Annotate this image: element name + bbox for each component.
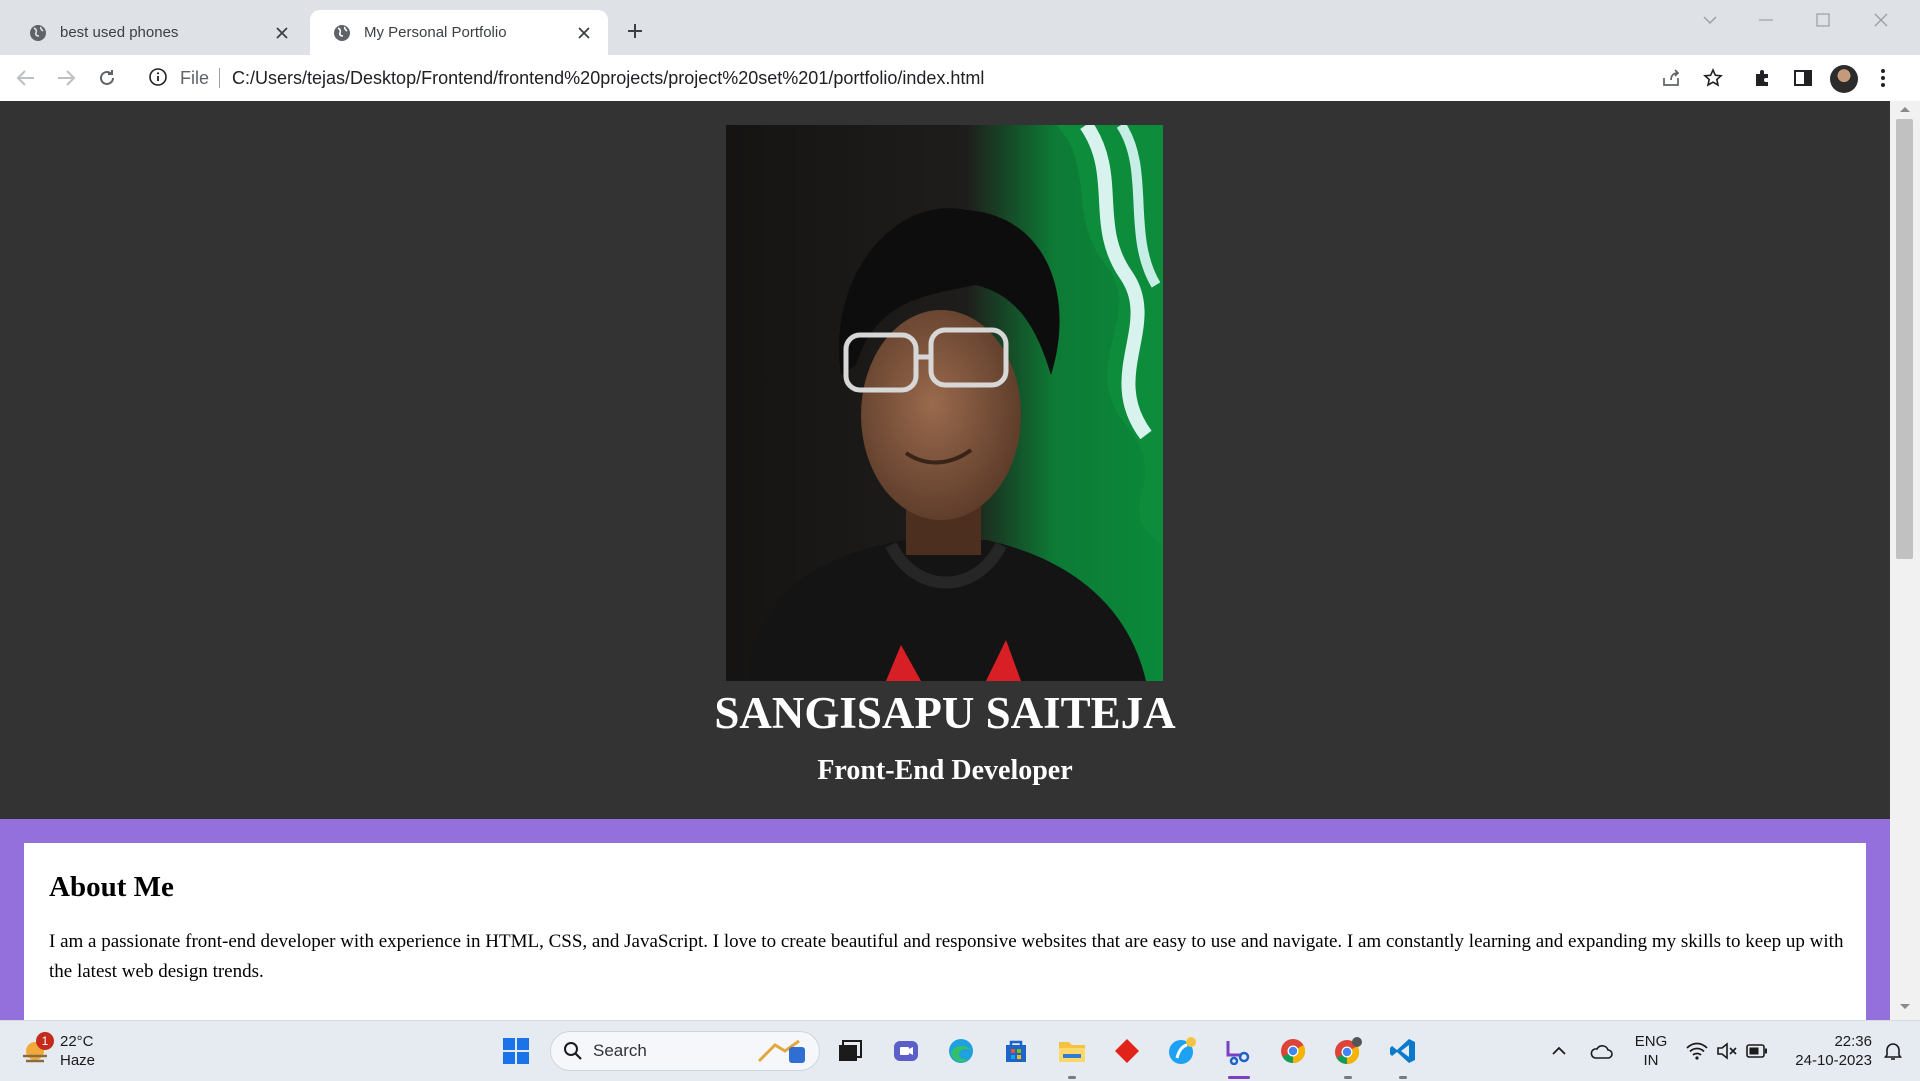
bookmark-star-icon[interactable] — [1700, 65, 1726, 91]
edge-browser-icon[interactable] — [943, 1033, 979, 1069]
vscode-icon[interactable] — [1385, 1033, 1421, 1069]
globe-icon — [332, 23, 352, 43]
microsoft-store-icon[interactable] — [998, 1033, 1034, 1069]
profile-avatar[interactable] — [1830, 65, 1858, 93]
blue-app-icon[interactable] — [1164, 1033, 1200, 1069]
chrome-icon[interactable] — [1275, 1033, 1311, 1069]
scroll-up-arrow-icon[interactable] — [1899, 105, 1911, 113]
maximize-icon[interactable] — [1803, 8, 1843, 32]
battery-icon[interactable] — [1740, 1033, 1774, 1069]
weather-condition: Haze — [60, 1052, 96, 1069]
more-menu-icon[interactable] — [1870, 65, 1896, 91]
language-code: ENG — [1634, 1033, 1668, 1050]
back-arrow-icon[interactable] — [13, 65, 39, 91]
language-indicator[interactable]: ENG IN — [1628, 1032, 1674, 1070]
scrollbar-thumb[interactable] — [1896, 119, 1913, 559]
side-panel-icon[interactable] — [1790, 65, 1816, 91]
volume-muted-icon[interactable] — [1710, 1033, 1744, 1069]
url-separator — [219, 68, 221, 88]
extensions-puzzle-icon[interactable] — [1750, 65, 1776, 91]
clock-time: 22:36 — [1834, 1033, 1872, 1050]
chrome-profile-icon[interactable] — [1330, 1033, 1366, 1069]
scroll-down-arrow-icon[interactable] — [1899, 1003, 1911, 1011]
search-icon — [563, 1041, 583, 1061]
share-icon[interactable] — [1658, 65, 1684, 91]
close-icon[interactable] — [574, 23, 594, 43]
about-section: About Me I am a passionate front-end dev… — [0, 819, 1890, 1020]
windows-start-icon[interactable] — [498, 1033, 534, 1069]
hero-name: SANGISAPU SAITEJA — [714, 688, 1176, 738]
minimize-icon[interactable] — [1746, 8, 1786, 32]
system-clock[interactable]: 22:36 24-10-2023 — [1780, 1032, 1872, 1070]
windows-taskbar: 1 22°C Haze Search ENG IN 22:36 24-10-20… — [0, 1020, 1920, 1081]
onedrive-cloud-icon[interactable] — [1584, 1033, 1618, 1069]
task-view-icon[interactable] — [832, 1033, 868, 1069]
running-indicator — [1399, 1076, 1407, 1079]
red-diamond-app-icon[interactable] — [1109, 1033, 1145, 1069]
taskbar-search-box[interactable]: Search — [550, 1031, 820, 1071]
about-heading: About Me — [49, 871, 174, 903]
hero-section: SANGISAPU SAITEJA Front-End Developer — [0, 101, 1890, 819]
teams-chat-icon[interactable] — [888, 1033, 924, 1069]
browser-tab-strip: best used phones My Personal Portfolio — [0, 0, 1920, 55]
search-label: Search — [593, 1041, 647, 1060]
file-explorer-icon[interactable] — [1054, 1033, 1090, 1069]
url-scheme-label: File — [180, 67, 210, 88]
clock-date: 24-10-2023 — [1795, 1052, 1872, 1069]
forward-arrow-icon[interactable] — [53, 65, 79, 91]
tab-search-chevron-icon[interactable] — [1690, 8, 1730, 32]
weather-haze-icon: 1 — [20, 1032, 54, 1066]
new-tab-icon[interactable] — [622, 18, 648, 44]
hero-role: Front-End Developer — [817, 755, 1073, 786]
browser-toolbar: File C:/Users/tejas/Desktop/Frontend/fro… — [0, 55, 1920, 102]
window-close-icon[interactable] — [1861, 8, 1901, 32]
tab-title: My Personal Portfolio — [364, 24, 507, 41]
page-viewport: SANGISAPU SAITEJA Front-End Developer Ab… — [0, 101, 1890, 1020]
tab-title: best used phones — [60, 24, 179, 41]
profile-photo — [726, 125, 1163, 681]
page-scrollbar[interactable] — [1890, 101, 1920, 1020]
info-icon[interactable] — [148, 67, 170, 89]
weather-temp: 22°C — [60, 1033, 94, 1050]
search-highlight-icon — [755, 1037, 811, 1065]
globe-icon — [28, 23, 48, 43]
weather-widget[interactable]: 1 22°C Haze — [20, 1029, 150, 1073]
language-region: IN — [1643, 1052, 1659, 1069]
snipping-tool-icon[interactable] — [1220, 1033, 1256, 1069]
reload-icon[interactable] — [94, 65, 120, 91]
running-indicator — [1344, 1076, 1352, 1079]
show-hidden-icons-chevron-icon[interactable] — [1544, 1033, 1574, 1069]
about-card: About Me I am a passionate front-end dev… — [24, 843, 1866, 1020]
tab-best-used-phones[interactable]: best used phones — [6, 10, 306, 55]
notifications-bell-icon[interactable] — [1876, 1033, 1910, 1069]
tab-my-personal-portfolio[interactable]: My Personal Portfolio — [310, 10, 608, 55]
address-bar[interactable]: File C:/Users/tejas/Desktop/Frontend/fro… — [136, 59, 1676, 97]
url-text[interactable]: C:/Users/tejas/Desktop/Frontend/frontend… — [232, 68, 984, 89]
close-icon[interactable] — [272, 23, 292, 43]
about-text: I am a passionate front-end developer wi… — [49, 931, 1844, 982]
running-indicator — [1068, 1076, 1076, 1079]
wifi-icon[interactable] — [1680, 1033, 1714, 1069]
weather-badge: 1 — [36, 1032, 54, 1050]
active-indicator — [1228, 1076, 1250, 1079]
